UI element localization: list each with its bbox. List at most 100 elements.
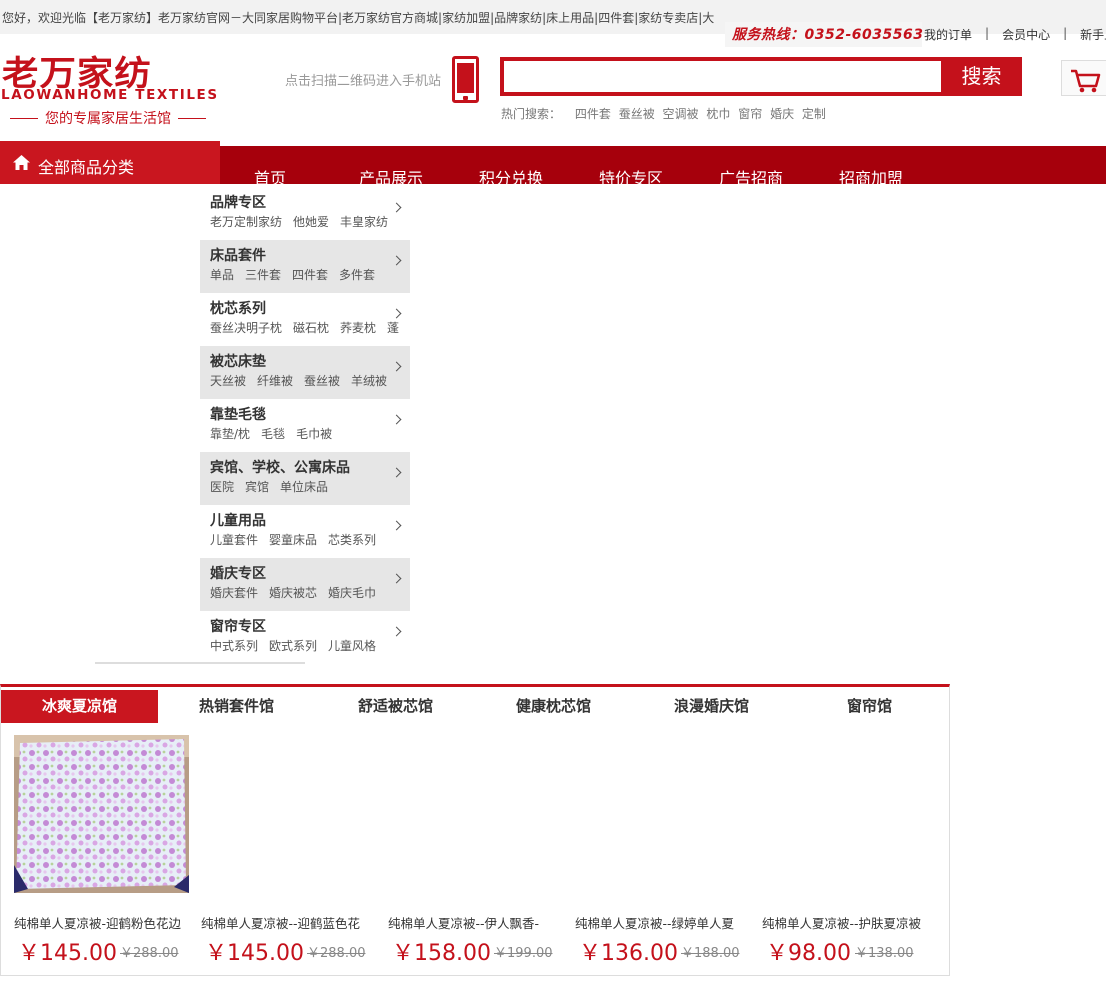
subcategory-link[interactable]: 他她爱 xyxy=(293,215,329,229)
category-cushions[interactable]: 靠垫毛毯 靠垫/枕 毛毯 毛巾被 xyxy=(200,399,410,452)
tab-quilts[interactable]: 舒适被芯馆 xyxy=(317,690,474,723)
category-title: 被芯床垫 xyxy=(210,354,266,370)
my-orders-link[interactable]: 我的订单 xyxy=(924,26,972,43)
hot-keyword[interactable]: 枕巾 xyxy=(706,107,730,121)
category-title: 宾馆、学校、公寓床品 xyxy=(210,460,350,476)
divider: | xyxy=(1063,26,1068,40)
search-input[interactable] xyxy=(504,61,941,92)
cart-icon xyxy=(1071,69,1101,93)
subcategory-link[interactable]: 四件套 xyxy=(292,268,328,282)
all-categories-button[interactable]: 全部商品分类 xyxy=(0,141,220,184)
tab-summer[interactable]: 冰爽夏凉馆 xyxy=(1,690,158,723)
subcategory-link[interactable]: 三件套 xyxy=(245,268,281,282)
category-wedding[interactable]: 婚庆专区 婚庆套件 婚庆被芯 婚庆毛巾 xyxy=(200,558,410,611)
home-icon xyxy=(13,155,30,170)
subcategory-link[interactable]: 纤维被 xyxy=(257,374,293,388)
category-curtains[interactable]: 窗帘专区 中式系列 欧式系列 儿童风格 xyxy=(200,611,410,664)
category-pillows[interactable]: 枕芯系列 蚕丝决明子枕 磁石枕 荞麦枕蓬 xyxy=(200,293,410,346)
product-name[interactable]: 纯棉单人夏凉被--护肤夏凉被 xyxy=(762,913,942,932)
product-name[interactable]: 纯棉单人夏凉被--伊人飘香- xyxy=(388,913,568,932)
nav-advertising[interactable]: 广告招商 xyxy=(719,169,783,184)
product-image[interactable] xyxy=(14,735,189,893)
category-children[interactable]: 儿童用品 儿童套件 婴童床品 芯类系列 xyxy=(200,505,410,558)
hot-keyword[interactable]: 婚庆 xyxy=(770,107,794,121)
nav-products[interactable]: 产品展示 xyxy=(359,169,423,184)
subcategory-link[interactable]: 医院 xyxy=(210,480,234,494)
category-title: 窗帘专区 xyxy=(210,619,266,635)
category-subs: 儿童套件 婴童床品 芯类系列 xyxy=(210,530,400,550)
category-title: 床品套件 xyxy=(210,248,266,264)
nav-franchise[interactable]: 招商加盟 xyxy=(839,169,903,184)
category-subs: 单品 三件套 四件套 多件套 xyxy=(210,265,400,285)
logo-english: LAOWANHOME TEXTILES xyxy=(1,87,219,103)
nav-home[interactable]: 首页 xyxy=(254,169,286,184)
subcategory-link[interactable]: 单位床品 xyxy=(280,480,328,494)
hot-keyword[interactable]: 空调被 xyxy=(663,107,699,121)
nav-specials[interactable]: 特价专区 xyxy=(599,169,663,184)
product-name[interactable]: 纯棉单人夏凉被--绿婷单人夏 xyxy=(575,913,755,932)
subcategory-link[interactable]: 芯类系列 xyxy=(328,533,376,547)
subcategory-link[interactable]: 磁石枕 xyxy=(293,321,329,335)
category-quilts[interactable]: 被芯床垫 天丝被 纤维被 蚕丝被 羊绒被 xyxy=(200,346,410,399)
product-name[interactable]: 纯棉单人夏凉被--迎鹤蓝色花 xyxy=(201,913,381,932)
product-price: ￥158.00 xyxy=(392,941,491,966)
phone-screen xyxy=(457,63,474,93)
subcategory-link[interactable]: 婴童床品 xyxy=(269,533,317,547)
category-title: 儿童用品 xyxy=(210,513,266,529)
subcategory-link[interactable]: 老万定制家纺 xyxy=(210,215,282,229)
logo-slogan: 您的专属家居生活馆 xyxy=(3,108,213,128)
category-brand[interactable]: 品牌专区 老万定制家纺 他她爱 丰皇家纺 xyxy=(200,187,410,240)
service-hotline: 服务热线：0352-6035563 xyxy=(732,27,924,43)
subcategory-link[interactable]: 多件套 xyxy=(339,268,375,282)
new-user-guide-link[interactable]: 新手上路 xyxy=(1080,26,1106,43)
category-subs: 老万定制家纺 他她爱 丰皇家纺 xyxy=(210,212,400,232)
subcategory-link[interactable]: 中式系列 xyxy=(210,639,258,653)
product-original-price: ￥288.00 xyxy=(307,946,366,961)
top-links: 我的订单 | 会员中心 | 新手上路 xyxy=(924,26,1106,43)
subcategory-link[interactable]: 单品 xyxy=(210,268,234,282)
subcategory-link[interactable]: 婚庆被芯 xyxy=(269,586,317,600)
subcategory-link[interactable]: 羊绒被 xyxy=(351,374,387,388)
tab-curtains[interactable]: 窗帘馆 xyxy=(791,690,948,723)
welcome-text: 您好，欢迎光临【老万家纺】老万家纺官网－大同家居购物平台|老万家纺官方商城|家纺… xyxy=(2,11,715,25)
product-name[interactable]: 纯棉单人夏凉被-迎鹤粉色花边 xyxy=(14,913,194,932)
all-categories-label: 全部商品分类 xyxy=(38,158,135,177)
subcategory-link[interactable]: 蚕丝决明子枕 xyxy=(210,321,282,335)
subcategory-link[interactable]: 儿童风格 xyxy=(328,639,376,653)
subcategory-link[interactable]: 荞麦枕 xyxy=(340,321,376,335)
subcategory-link[interactable]: 宾馆 xyxy=(245,480,269,494)
subcategory-link[interactable]: 靠垫/枕 xyxy=(210,427,250,441)
hot-search: 热门搜索： 四件套 蚕丝被 空调被 枕巾 窗帘 婚庆 定制 xyxy=(501,105,830,122)
subcategory-link[interactable]: 蓬 xyxy=(387,321,399,335)
category-title: 婚庆专区 xyxy=(210,566,266,582)
subcategory-link[interactable]: 儿童套件 xyxy=(210,533,258,547)
hot-keyword[interactable]: 蚕丝被 xyxy=(619,107,655,121)
product-original-price: ￥199.00 xyxy=(494,946,553,961)
subcategory-link[interactable]: 毛毯 xyxy=(261,427,285,441)
tab-wedding[interactable]: 浪漫婚庆馆 xyxy=(633,690,790,723)
product-price: ￥145.00 xyxy=(18,941,117,966)
hot-keyword[interactable]: 窗帘 xyxy=(738,107,762,121)
cart-button[interactable] xyxy=(1061,60,1106,96)
subcategory-link[interactable]: 天丝被 xyxy=(210,374,246,388)
subcategory-link[interactable]: 蚕丝被 xyxy=(304,374,340,388)
nav-points-exchange[interactable]: 积分兑换 xyxy=(479,169,543,184)
tab-pillows[interactable]: 健康枕芯馆 xyxy=(475,690,632,723)
subcategory-link[interactable]: 毛巾被 xyxy=(296,427,332,441)
subcategory-link[interactable]: 婚庆套件 xyxy=(210,586,258,600)
category-subs: 婚庆套件 婚庆被芯 婚庆毛巾 xyxy=(210,583,400,603)
phone-icon[interactable] xyxy=(452,56,479,103)
subcategory-link[interactable]: 欧式系列 xyxy=(269,639,317,653)
search-button[interactable]: 搜索 xyxy=(941,57,1022,96)
member-center-link[interactable]: 会员中心 xyxy=(1002,26,1050,43)
category-menu: 品牌专区 老万定制家纺 他她爱 丰皇家纺 床品套件 单品 三件套 四件套 多件套 枕芯系列… xyxy=(200,187,410,664)
product-price: ￥145.00 xyxy=(205,941,304,966)
quilt-photo xyxy=(14,735,189,893)
hot-keyword[interactable]: 四件套 xyxy=(575,107,611,121)
category-bedding-sets[interactable]: 床品套件 单品 三件套 四件套 多件套 xyxy=(200,240,410,293)
tab-hot-sets[interactable]: 热销套件馆 xyxy=(158,690,315,723)
category-hotel[interactable]: 宾馆、学校、公寓床品 医院 宾馆 单位床品 xyxy=(200,452,410,505)
hot-keyword[interactable]: 定制 xyxy=(802,107,826,121)
subcategory-link[interactable]: 丰皇家纺 xyxy=(340,215,388,229)
subcategory-link[interactable]: 婚庆毛巾 xyxy=(328,586,376,600)
